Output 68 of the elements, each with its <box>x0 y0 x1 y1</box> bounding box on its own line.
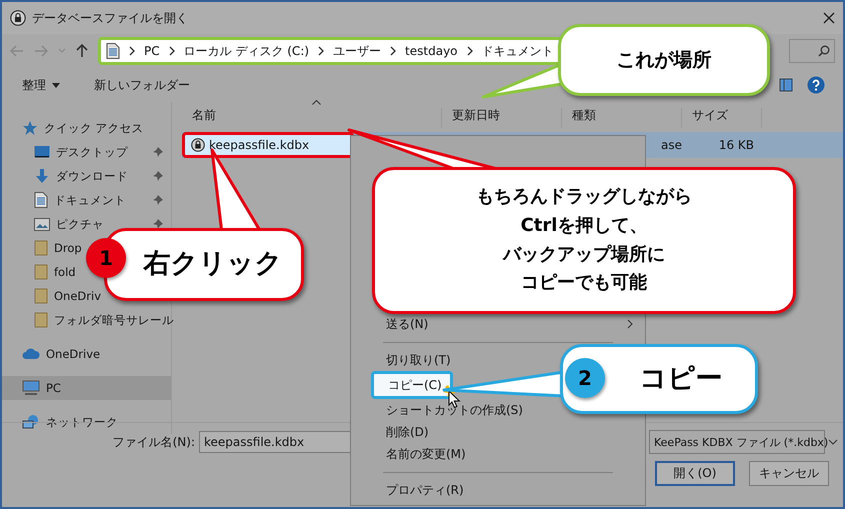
view-toggle-icon[interactable] <box>779 78 793 92</box>
breadcrumb-item[interactable]: ドキュメント <box>482 42 554 60</box>
callout-text: もちろんドラッグしながら Ctrlを押して、 バックアップ場所に コピーでも可能 <box>476 184 692 296</box>
folder-icon <box>34 240 48 256</box>
new-folder-button[interactable]: 新しいフォルダー <box>92 74 192 96</box>
column-header[interactable]: 種類 <box>562 108 682 128</box>
organize-menu-button[interactable]: 整理 <box>20 74 62 96</box>
caret-icon <box>52 82 60 88</box>
callout-text: これが場所 <box>616 48 712 72</box>
sidebar-item[interactable]: ピクチャ <box>2 212 171 236</box>
sidebar-item[interactable]: ダウンロード <box>2 164 171 188</box>
monitor-icon <box>34 145 50 159</box>
menu-item[interactable]: 切り取り(T) <box>353 349 461 371</box>
cancel-button[interactable]: キャンセル <box>749 461 829 486</box>
document-icon <box>34 192 48 208</box>
column-header[interactable]: サイズ <box>682 108 762 128</box>
file-type-cell-text: ase <box>660 138 682 152</box>
folder-icon <box>34 288 48 304</box>
sidebar-item[interactable]: クイック アクセス <box>2 116 144 140</box>
sidebar-item[interactable]: フォルダ暗号サレール <box>2 308 174 332</box>
down-arrow-icon <box>34 168 50 184</box>
star-icon <box>22 120 38 136</box>
computer-icon <box>22 380 40 396</box>
callout-text: コピー <box>640 362 722 396</box>
padlock-icon <box>191 138 205 152</box>
file-name-label: ファイル名(N): <box>112 434 196 450</box>
menu-item[interactable]: プロパティ(R) <box>353 479 474 501</box>
search-icon <box>818 45 830 57</box>
chevron-right-icon <box>466 46 474 56</box>
picture-icon <box>34 218 50 230</box>
breadcrumb-item[interactable]: PC <box>144 44 160 58</box>
network-icon <box>22 414 40 430</box>
sidebar-item[interactable]: fold <box>2 260 76 284</box>
callout-text: 右クリック <box>144 248 282 281</box>
sidebar-item[interactable]: デスクトップ <box>2 140 171 164</box>
file-size-cell-text: 16 KB <box>718 138 755 152</box>
breadcrumb-item[interactable]: ローカル ディスク (C:) <box>184 42 310 60</box>
chevron-right-icon <box>168 46 176 56</box>
open-button[interactable]: 開く(O) <box>655 461 735 486</box>
sidebar-item[interactable]: OneDrive <box>2 342 100 366</box>
menu-item[interactable]: 名前の変更(M) <box>353 443 476 465</box>
menu-item[interactable]: 送る(N) <box>353 313 643 335</box>
document-icon <box>106 43 120 59</box>
breadcrumb-item[interactable]: ユーザー <box>333 42 382 60</box>
cloud-icon <box>22 348 40 360</box>
sidebar-item[interactable]: ドキュメント <box>2 188 171 212</box>
close-icon[interactable] <box>823 12 835 24</box>
menu-item[interactable]: コピー(C) <box>371 371 453 399</box>
sidebar-item[interactable]: Drop <box>2 236 82 260</box>
file-name-cell[interactable]: keepassfile.kdbx <box>182 132 354 158</box>
menu-item[interactable]: ショートカットの作成(S) <box>353 399 533 421</box>
chevron-right-icon <box>317 46 326 56</box>
column-header[interactable]: 名前 <box>182 108 442 128</box>
chevron-right-icon <box>128 46 136 56</box>
menu-item[interactable]: 削除(D) <box>353 421 439 443</box>
help-icon[interactable] <box>807 76 825 94</box>
column-header[interactable]: 更新日時 <box>442 108 562 128</box>
folder-icon <box>34 264 48 280</box>
sidebar-item[interactable]: OneDriv <box>2 284 101 308</box>
breadcrumb-item[interactable]: testdayo <box>405 44 458 58</box>
chevron-down-icon <box>828 439 838 445</box>
folder-icon <box>34 312 48 328</box>
up-arrow-icon[interactable] <box>76 44 88 58</box>
search-field[interactable] <box>789 39 835 63</box>
sidebar-item[interactable]: PC <box>2 376 171 400</box>
window-title: データベースファイルを開く <box>32 10 189 26</box>
padlock-icon <box>10 10 26 26</box>
chevron-right-icon <box>389 46 398 56</box>
